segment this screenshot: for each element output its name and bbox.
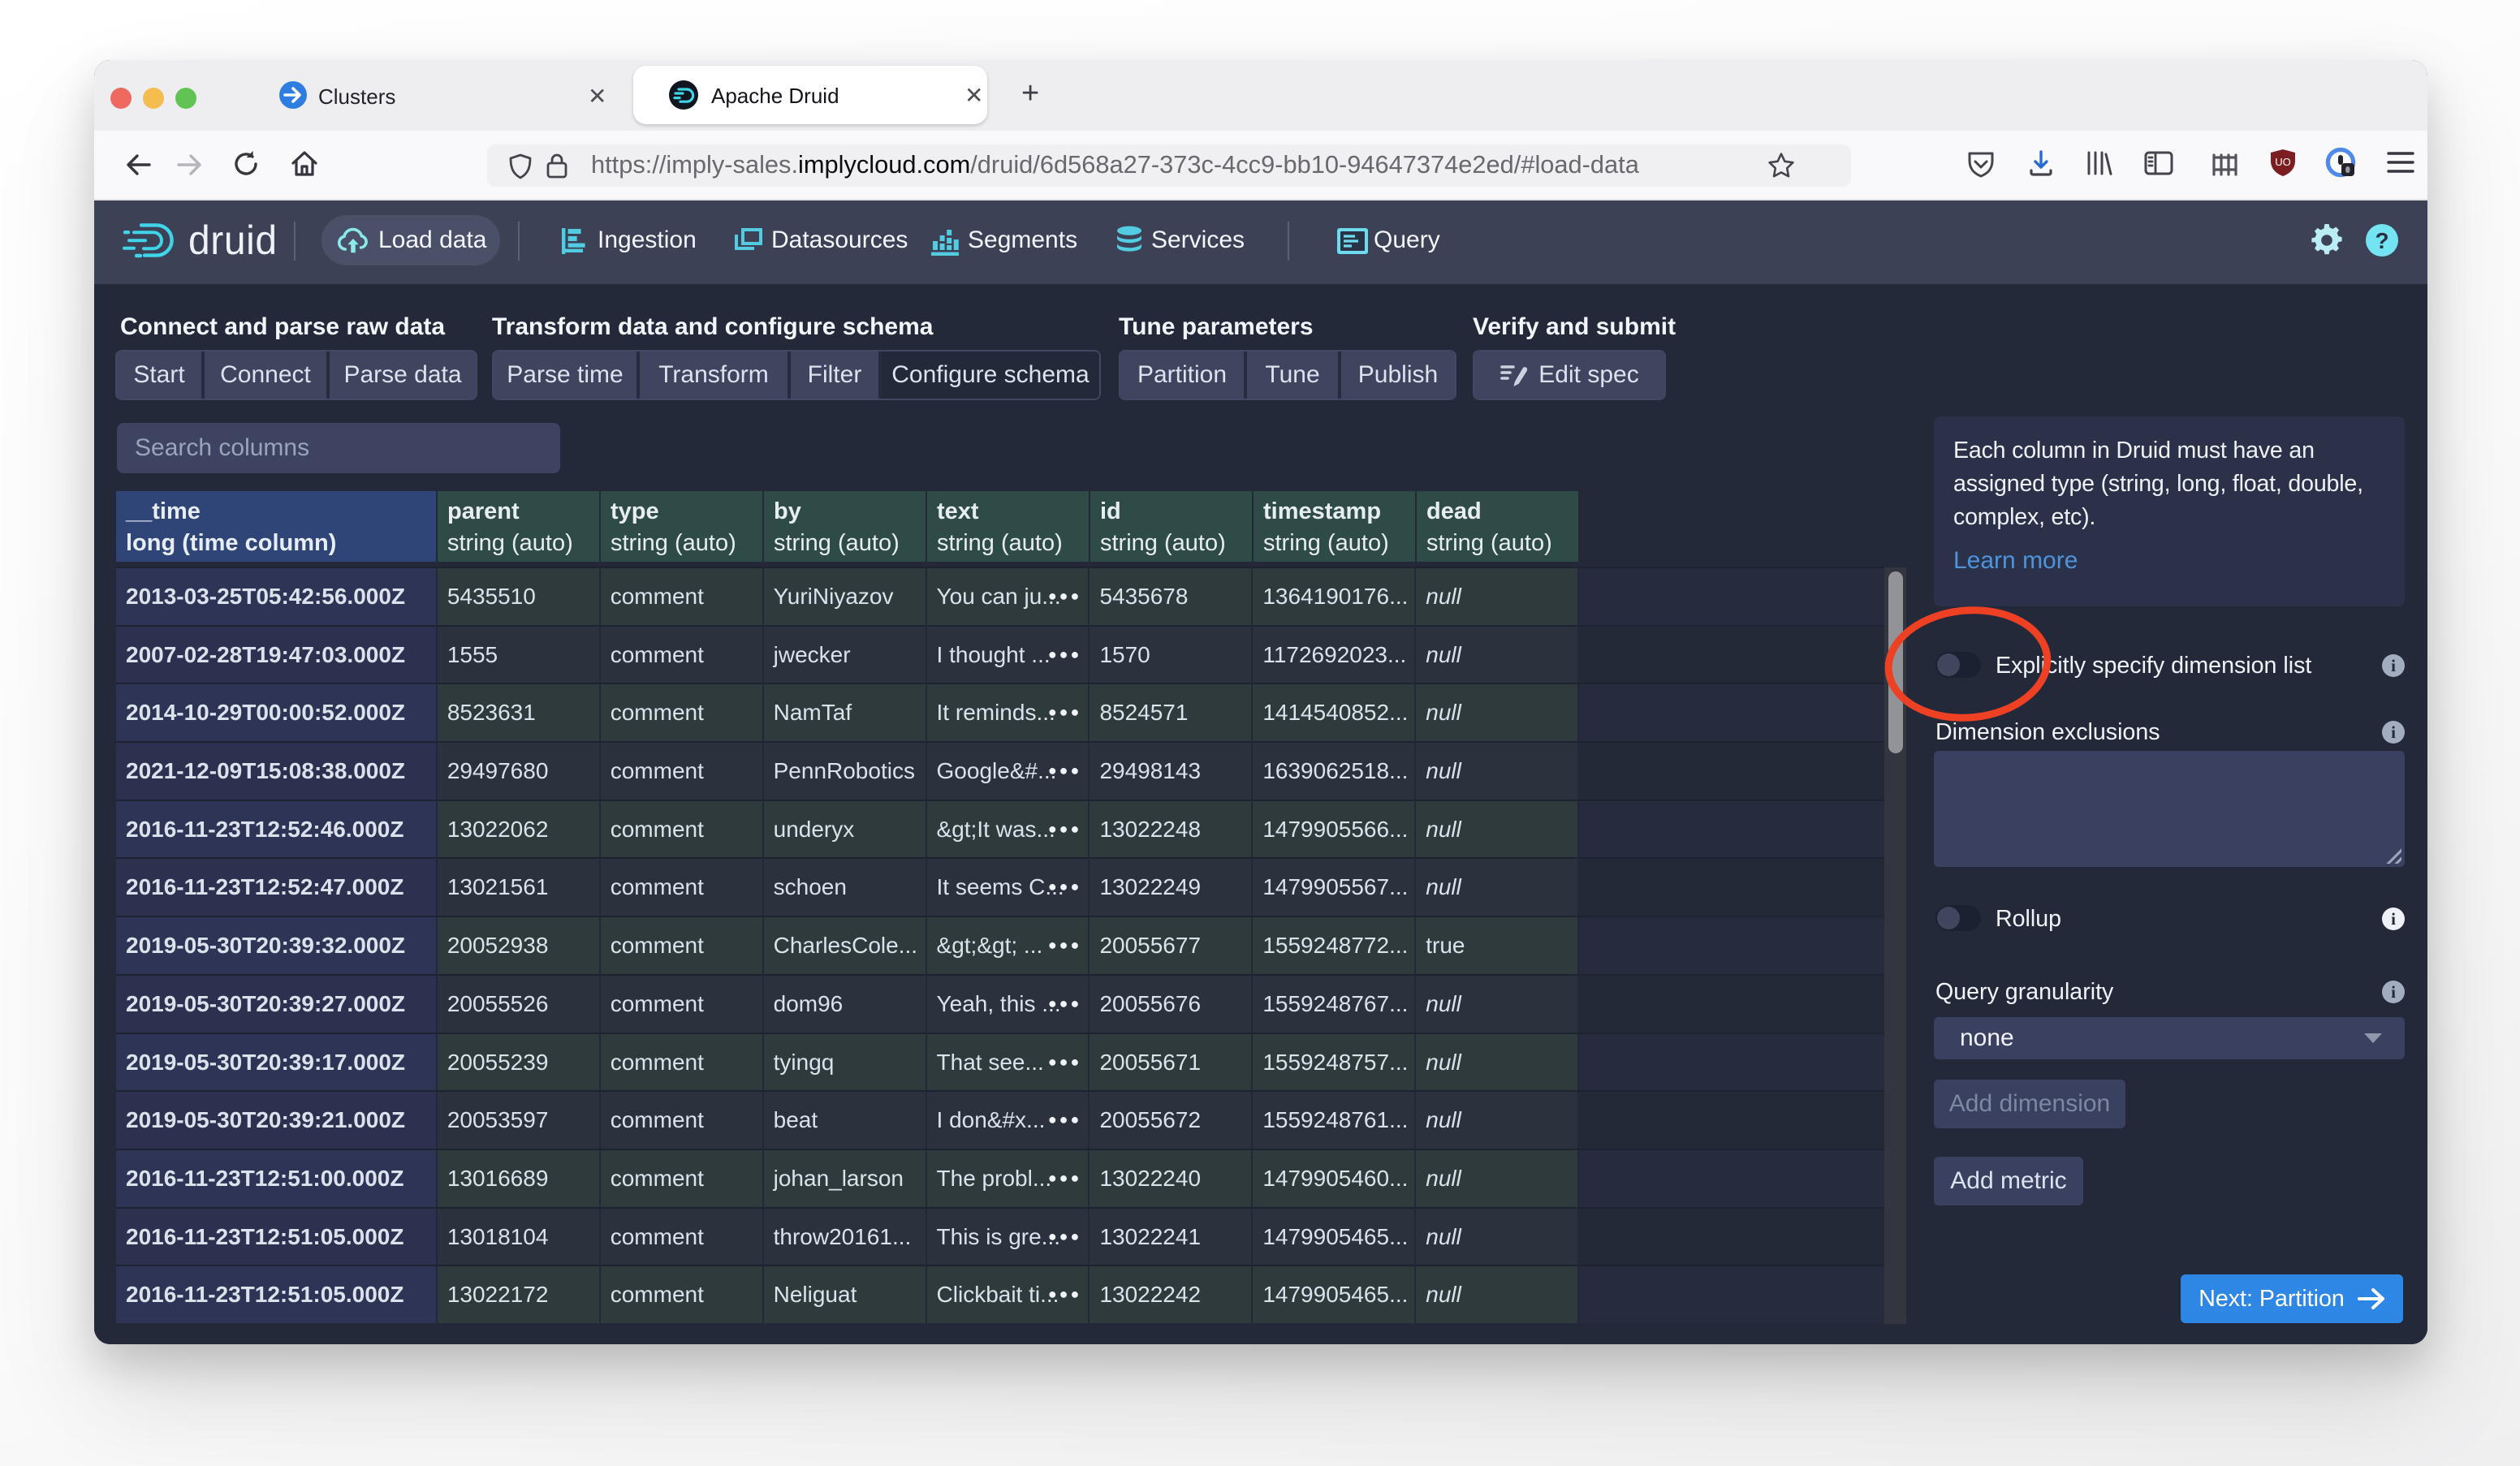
- svg-text:UO: UO: [2275, 156, 2291, 168]
- svg-text:?: ?: [2375, 228, 2388, 253]
